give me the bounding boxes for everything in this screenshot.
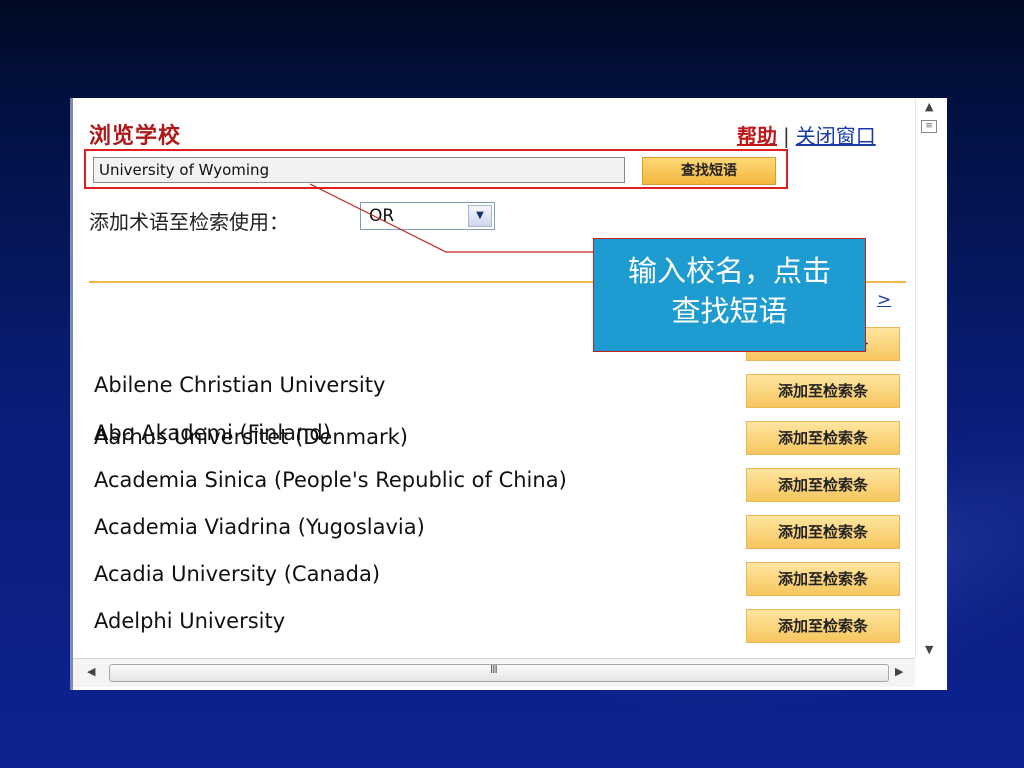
add-to-search-button[interactable]: 添加至检索条 <box>746 562 900 596</box>
browse-schools-window: 浏览学校 帮助|关闭窗口 查找短语 添加术语至检索使用： OR ▼ > Aarh… <box>70 98 947 690</box>
school-name: Abo Akademi (Finland) <box>94 421 331 445</box>
add-to-search-button[interactable]: 添加至检索条 <box>746 515 900 549</box>
help-link[interactable]: 帮助 <box>737 124 777 148</box>
close-window-link[interactable]: 关闭窗口 <box>796 124 876 148</box>
scroll-down-icon[interactable]: ▼ <box>925 643 933 656</box>
search-highlight-box: 查找短语 <box>84 149 788 189</box>
scroll-thumb[interactable]: III <box>109 663 889 682</box>
chevron-down-icon[interactable]: ▼ <box>468 205 492 227</box>
horizontal-scrollbar[interactable]: ◀ III ▶ <box>73 658 915 687</box>
link-separator: | <box>783 124 790 148</box>
page-icon: ≡ <box>921 120 937 133</box>
operator-select[interactable]: OR ▼ <box>360 202 495 230</box>
add-to-search-button[interactable]: 添加至检索条 <box>746 374 900 408</box>
add-to-search-button[interactable]: 添加至检索条 <box>746 468 900 502</box>
school-name: Acadia University (Canada) <box>94 562 381 586</box>
pager: > <box>869 290 891 310</box>
school-search-input[interactable] <box>93 157 625 183</box>
add-to-search-button[interactable]: 添加至检索条 <box>746 609 900 643</box>
find-phrase-button[interactable]: 查找短语 <box>642 157 776 185</box>
top-links: 帮助 | 关闭窗口 <box>737 120 876 149</box>
scroll-left-icon[interactable]: ◀ <box>87 665 95 678</box>
school-name: Abilene Christian University <box>94 373 386 397</box>
scroll-up-icon[interactable]: ▲ <box>925 100 933 113</box>
operator-label: 添加术语至检索使用： <box>89 210 289 234</box>
scroll-right-icon[interactable]: ▶ <box>895 665 903 678</box>
callout-line-2: 查找短语 <box>671 294 788 328</box>
window-content: 浏览学校 帮助|关闭窗口 查找短语 添加术语至检索使用： OR ▼ > Aarh… <box>73 98 915 658</box>
school-name: Adelphi University <box>94 609 286 633</box>
next-page-link[interactable]: > <box>877 290 891 310</box>
page-title: 浏览学校 <box>89 123 182 149</box>
add-to-search-button[interactable]: 添加至检索条 <box>746 421 900 455</box>
callout-line-1: 输入校名，点击 <box>627 254 831 288</box>
school-name: Academia Viadrina (Yugoslavia) <box>94 515 425 539</box>
school-name: Academia Sinica (People's Republic of Ch… <box>94 468 567 492</box>
operator-selected-value: OR <box>369 206 395 226</box>
vertical-scrollbar[interactable]: ▲ ≡ ▼ <box>915 98 947 658</box>
scroll-grip: III <box>490 663 498 676</box>
instruction-callout: 输入校名，点击 查找短语 <box>593 238 866 352</box>
